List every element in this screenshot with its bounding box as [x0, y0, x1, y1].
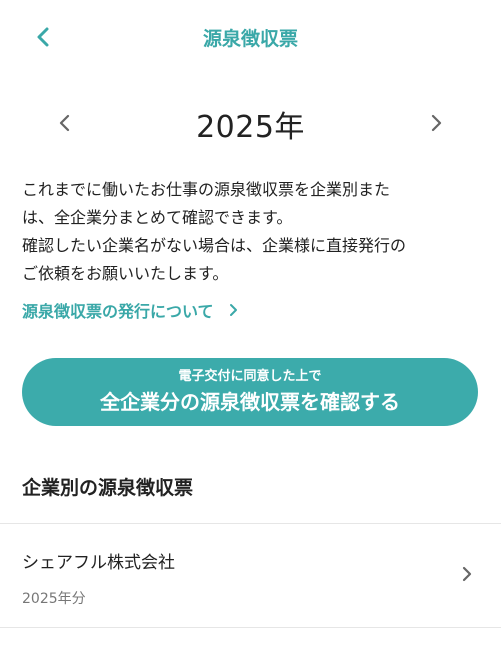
- confirm-all-sub-label: 電子交付に同意した上で: [178, 369, 322, 384]
- chevron-right-icon: [431, 114, 442, 132]
- description-line: ご依頼をお願いいたします。: [22, 264, 229, 283]
- year-selector: 2025年: [0, 98, 501, 148]
- description-line: 確認したい企業名がない場合は、企業様に直接発行の: [22, 236, 407, 255]
- about-issuance-link[interactable]: 源泉徴収票の発行について: [22, 298, 238, 322]
- section-title: 企業別の源泉徴収票: [22, 477, 194, 499]
- confirm-all-main-label: 全企業分の源泉徴収票を確認する: [100, 390, 400, 414]
- chevron-right-icon: [462, 566, 472, 582]
- app-header: 源泉徴収票: [0, 0, 501, 74]
- description-line: これまでに働いたお仕事の源泉徴収票を企業別また: [22, 180, 391, 199]
- description-text: これまでに働いたお仕事の源泉徴収票を企業別また は、全企業分まとめて確認できます…: [22, 176, 482, 288]
- company-period: 2025年分: [22, 591, 86, 607]
- company-name: シェアフル株式会社: [22, 553, 175, 573]
- about-issuance-label: 源泉徴収票の発行について: [22, 302, 214, 321]
- confirm-all-button[interactable]: 電子交付に同意した上で 全企業分の源泉徴収票を確認する: [22, 358, 478, 426]
- company-list-item[interactable]: シェアフル株式会社 2025年分: [0, 524, 501, 627]
- description-line: は、全企業分まとめて確認できます。: [22, 208, 293, 227]
- page-title: 源泉徴収票: [202, 28, 298, 50]
- chevron-right-icon: [229, 304, 237, 316]
- divider: [0, 627, 501, 628]
- next-year-button[interactable]: [419, 106, 453, 140]
